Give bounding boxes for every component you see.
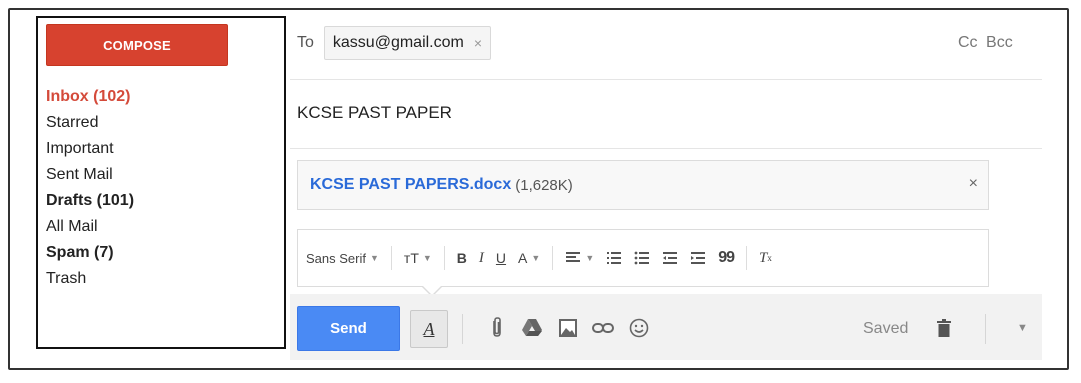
drive-icon <box>522 319 542 336</box>
attach-file-button[interactable] <box>485 316 509 340</box>
chevron-down-icon: ▼ <box>531 253 541 263</box>
attachment-name-link[interactable]: KCSE PAST PAPERS.docx <box>310 176 511 194</box>
photo-icon <box>559 319 577 337</box>
remove-formatting-button[interactable]: Tx <box>759 250 772 267</box>
bulleted-list-icon <box>634 251 650 265</box>
smiley-icon <box>629 318 649 338</box>
sidebar-item-sent-mail[interactable]: Sent Mail <box>46 162 134 188</box>
bold-button[interactable]: B <box>457 250 467 266</box>
sidebar-item-inbox[interactable]: Inbox (102) <box>46 84 134 110</box>
align-icon <box>566 252 581 262</box>
indent-less-button[interactable] <box>662 250 678 266</box>
align-dropdown[interactable]: ▼ <box>565 251 594 265</box>
paperclip-icon <box>493 317 501 337</box>
toolbar-separator <box>390 246 392 270</box>
indent-more-icon <box>691 252 706 264</box>
underline-button[interactable]: U <box>496 250 506 266</box>
to-label: To <box>297 34 314 51</box>
chevron-down-icon: ▼ <box>1017 322 1028 334</box>
toolbar-separator <box>985 314 986 344</box>
quote-button[interactable]: 99 <box>718 249 735 267</box>
toolbar-separator <box>552 246 554 270</box>
numbered-list-icon <box>607 252 622 264</box>
font-family-label: Sans Serif <box>306 250 366 266</box>
sidebar-item-all-mail[interactable]: All Mail <box>46 214 134 240</box>
remove-attachment-icon[interactable]: × <box>969 175 978 193</box>
sidebar-item-spam[interactable]: Spam (7) <box>46 240 134 266</box>
sidebar-item-starred[interactable]: Starred <box>46 110 134 136</box>
formatting-options-button[interactable]: A <box>410 310 448 348</box>
saved-status: Saved <box>863 320 909 337</box>
sidebar-item-important[interactable]: Important <box>46 136 134 162</box>
sidebar-nav: Inbox (102) Starred Important Sent Mail … <box>46 84 134 292</box>
compose-button[interactable]: COMPOSE <box>46 24 228 66</box>
chevron-down-icon: ▼ <box>422 253 432 263</box>
trash-icon <box>937 319 951 337</box>
font-size-icon: тT <box>403 250 419 266</box>
compose-bottom-bar <box>290 294 1042 360</box>
remove-recipient-icon[interactable]: × <box>474 35 482 51</box>
cc-bcc-links: Cc Bcc <box>958 34 1013 52</box>
attachment-chip[interactable]: KCSE PAST PAPERS.docx (1,628K) × <box>297 160 989 210</box>
chevron-down-icon: ▼ <box>585 253 595 263</box>
attachment-size: (1,628K) <box>515 176 573 194</box>
insert-link-button[interactable] <box>591 316 615 340</box>
to-row: To kassu@gmail.com × <box>297 26 492 60</box>
subject-field[interactable]: KCSE PAST PAPER <box>297 103 452 123</box>
insert-photo-button[interactable] <box>556 316 580 340</box>
insert-emoji-button[interactable] <box>627 316 651 340</box>
text-color-dropdown[interactable]: A ▼ <box>518 250 540 266</box>
sidebar-item-trash[interactable]: Trash <box>46 266 134 292</box>
discard-draft-button[interactable] <box>932 316 956 340</box>
toolbar-separator <box>443 246 445 270</box>
sidebar-item-drafts[interactable]: Drafts (101) <box>46 188 134 214</box>
font-family-dropdown[interactable]: Sans Serif ▼ <box>306 251 379 266</box>
send-button[interactable]: Send <box>297 306 400 351</box>
remove-formatting-icon: T <box>759 249 768 266</box>
text-color-icon: A <box>518 250 528 266</box>
toolbar-separator <box>746 246 748 270</box>
divider <box>290 148 1042 149</box>
link-icon <box>592 323 614 333</box>
insert-drive-button[interactable] <box>520 316 544 340</box>
numbered-list-button[interactable] <box>606 250 622 266</box>
indent-more-button[interactable] <box>690 250 706 266</box>
toolbar-separator <box>462 314 463 344</box>
cc-link[interactable]: Cc <box>958 34 978 51</box>
italic-button[interactable]: I <box>479 250 484 267</box>
divider <box>290 79 1042 80</box>
chevron-down-icon: ▼ <box>369 253 379 263</box>
recipient-email: kassu@gmail.com <box>332 34 464 51</box>
remove-formatting-sub: x <box>767 253 772 263</box>
bulleted-list-button[interactable] <box>634 250 650 266</box>
indent-less-icon <box>663 252 678 264</box>
bcc-link[interactable]: Bcc <box>986 34 1013 51</box>
font-size-dropdown[interactable]: тT ▼ <box>404 250 432 266</box>
recipient-chip[interactable]: kassu@gmail.com × <box>323 26 492 60</box>
more-options-dropdown[interactable]: ▼ <box>1017 322 1028 334</box>
formatting-toolbar: Sans Serif ▼ тT ▼ B I U A ▼ ▼ 99 T x <box>297 229 989 287</box>
